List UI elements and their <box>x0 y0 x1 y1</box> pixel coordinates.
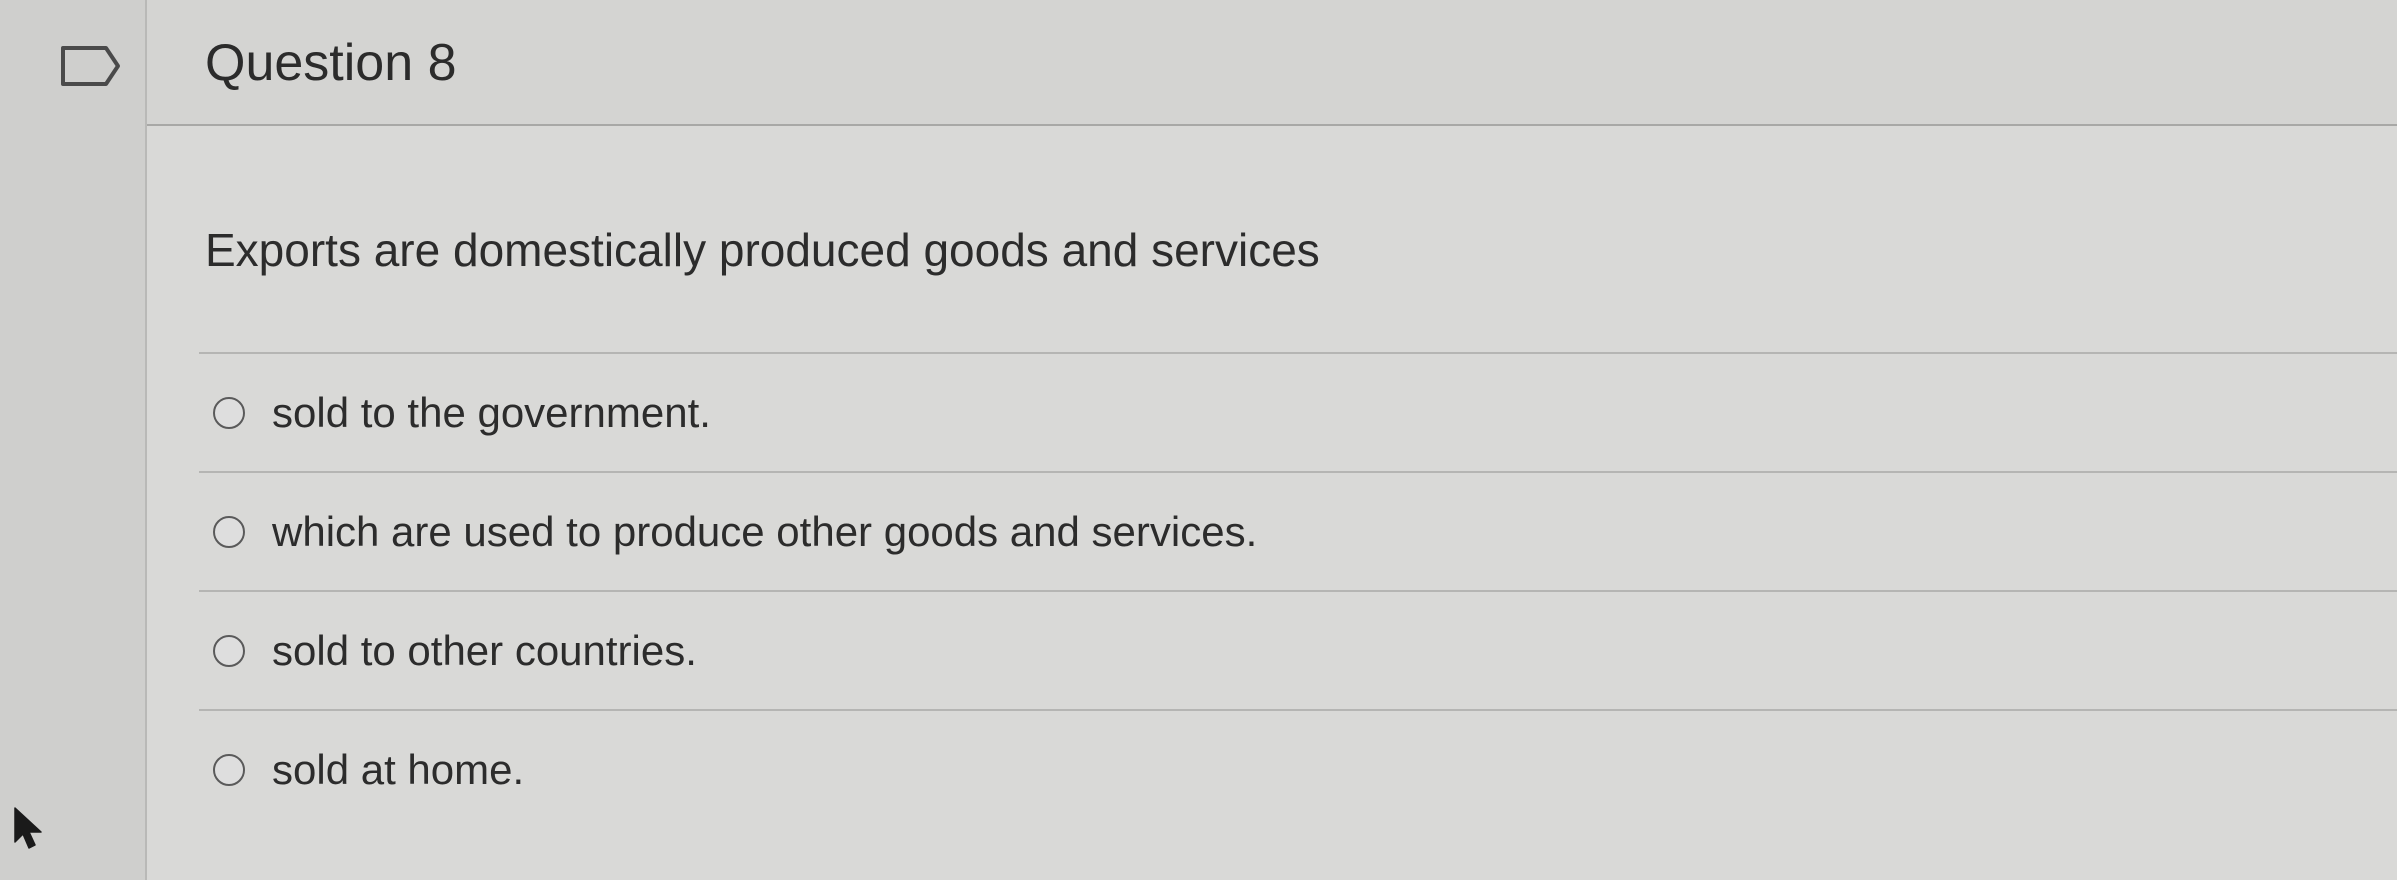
radio-button[interactable] <box>213 396 245 429</box>
question-nav-gutter <box>0 0 147 880</box>
question-card: Question 8 Exports are domestically prod… <box>147 0 2397 880</box>
mouse-pointer-icon <box>12 806 46 854</box>
radio-button[interactable] <box>213 634 245 667</box>
question-prompt: Exports are domestically produced goods … <box>205 224 1320 276</box>
answer-option-3[interactable]: sold to other countries. <box>199 592 2397 711</box>
answer-label[interactable]: which are used to produce other goods an… <box>272 504 1257 560</box>
answer-option-2[interactable]: which are used to produce other goods an… <box>199 473 2397 592</box>
answer-option-1[interactable]: sold to the government. <box>199 354 2397 473</box>
radio-button[interactable] <box>213 753 245 786</box>
flag-question-icon[interactable] <box>60 45 122 87</box>
answer-label[interactable]: sold at home. <box>272 742 524 798</box>
answer-label[interactable]: sold to other countries. <box>272 623 697 679</box>
answer-list: sold to the government. which are used t… <box>199 352 2397 828</box>
answer-option-4[interactable]: sold at home. <box>199 711 2397 828</box>
question-title: Question 8 <box>205 34 457 92</box>
question-header: Question 8 <box>147 0 2397 126</box>
radio-button[interactable] <box>213 515 245 548</box>
answer-label[interactable]: sold to the government. <box>272 385 711 441</box>
